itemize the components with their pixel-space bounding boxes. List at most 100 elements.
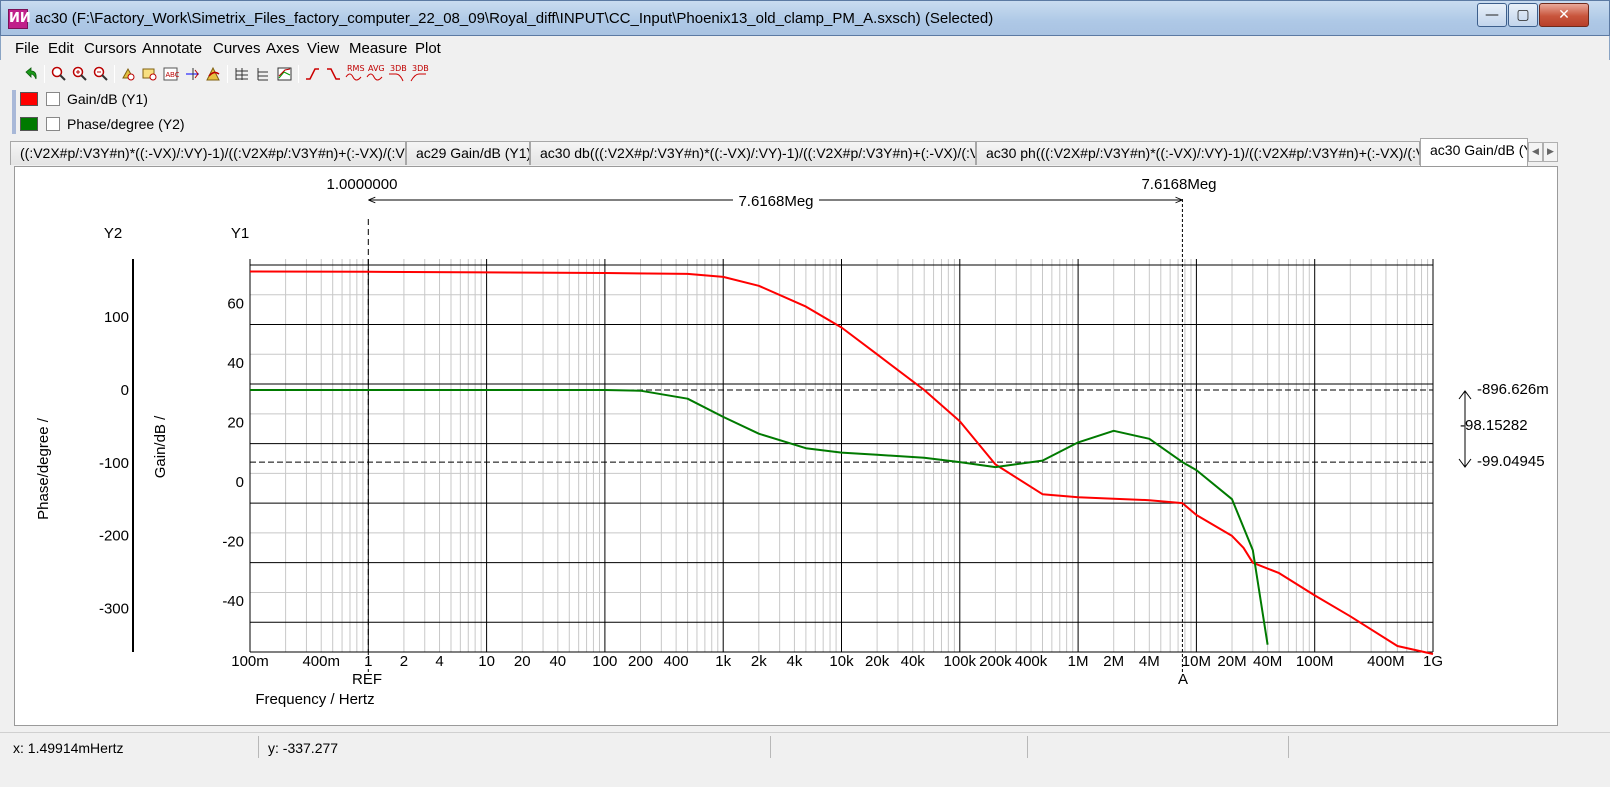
tab-graph-3[interactable]: ac30 db(((:V2X#p/:V3Y#n)*((:-VX)/:VY)-1)… <box>530 141 976 165</box>
zoom-in-icon[interactable] <box>71 66 88 82</box>
status-separator <box>1027 736 1028 758</box>
vertical-scrollbar[interactable] <box>1560 166 1578 726</box>
3db-high-curve-icon <box>410 73 426 82</box>
x-tick-label: 1M <box>1068 653 1089 670</box>
x-tick-label: 400k <box>1015 653 1048 670</box>
tab-scroll-right-icon[interactable]: ▶ <box>1543 142 1558 162</box>
toolbar: ABC RMS AVG 3DB 3DB <box>0 60 1610 88</box>
x-tick-label: 4 <box>435 653 443 670</box>
zoom-full-icon[interactable] <box>50 66 67 82</box>
window-title: ac30 (F:\Factory_Work\Simetrix_Files_fac… <box>35 10 994 27</box>
x-tick-label: 100 <box>592 653 617 670</box>
graph-tabs: ((:V2X#p/:V3Y#n)*((:-VX)/:VY)-1)/((:V2X#… <box>0 136 1610 166</box>
x-tick-label: 40k <box>901 653 926 670</box>
status-y-readout: y: -337.277 <box>268 740 339 756</box>
toolbar-separator <box>227 65 228 83</box>
x-tick-label: 400 <box>664 653 689 670</box>
maximize-button[interactable]: ▢ <box>1508 3 1538 27</box>
title-bar[interactable]: ИИ ac30 (F:\Factory_Work\Simetrix_Files_… <box>0 0 1610 36</box>
fall-icon[interactable] <box>325 66 342 82</box>
x-tick-label: 400M <box>1367 653 1405 670</box>
x-tick-label: 20 <box>514 653 531 670</box>
legend-checkbox-phase[interactable] <box>46 117 60 131</box>
tab-graph-2[interactable]: ac29 Gain/dB (Y1) <box>406 141 530 165</box>
status-bar: x: 1.49914mHertz y: -337.277 <box>0 732 1610 762</box>
menu-cursors[interactable]: Cursors <box>84 40 137 57</box>
x-tick-label: 40 <box>549 653 566 670</box>
legend-label-phase: Phase/degree (Y2) <box>67 116 185 132</box>
tab-graph-1[interactable]: ((:V2X#p/:V3Y#n)*((:-VX)/:VY)-1)/((:V2X#… <box>10 141 406 165</box>
toolbar-separator <box>44 65 45 83</box>
ref-cursor-value: 1.0000000 <box>327 176 398 193</box>
y1-tick-label: -20 <box>222 534 244 551</box>
y2-tick-label: -300 <box>99 600 129 617</box>
ref-cursor-label[interactable]: REF <box>352 671 382 688</box>
text-box-icon[interactable]: ABC <box>162 66 179 82</box>
rms-wave-icon <box>345 73 362 81</box>
x-tick-label: 1G <box>1423 653 1443 670</box>
rise-icon[interactable] <box>304 66 321 82</box>
tab-graph-5-active[interactable]: ac30 Gain/dB (Y <box>1420 138 1528 166</box>
y1-tick-label: 20 <box>227 415 244 432</box>
plot-area[interactable]: 60 40 20 0 -20 -40 100 0 -100 -200 -300 100m 400m 1 2 4… <box>14 166 1558 726</box>
toolbar-separator <box>114 65 115 83</box>
legend-swatch-gain[interactable] <box>20 92 38 106</box>
menu-axes[interactable]: Axes <box>266 40 299 57</box>
menu-bar: File Edit Cursors Annotate Curves Axes V… <box>0 36 1610 60</box>
close-button[interactable]: ✕ <box>1539 3 1589 27</box>
x-tick-label: 100M <box>1296 653 1334 670</box>
x-tick-label: 100k <box>944 653 977 670</box>
tab-scroll-left-icon[interactable]: ◀ <box>1528 142 1543 162</box>
menu-curves[interactable]: Curves <box>213 40 261 57</box>
legend-swatch-phase[interactable] <box>20 117 38 131</box>
x-tick-label: 40M <box>1253 653 1282 670</box>
y2-tick-label: -100 <box>99 455 129 472</box>
legend-icon[interactable] <box>205 66 222 82</box>
x-tick-label: 200 <box>628 653 653 670</box>
a-cursor-label[interactable]: A <box>1178 671 1188 688</box>
x-tick-label: 10 <box>478 653 495 670</box>
y2-tick-label: 100 <box>104 309 129 326</box>
y2-tick-label: -200 <box>99 528 129 545</box>
grid-icon[interactable] <box>233 66 250 82</box>
y1-axis-title: Y1 <box>231 225 249 242</box>
menu-file[interactable]: File <box>15 40 39 57</box>
cursor-reading-top: -896.626m <box>1477 381 1549 398</box>
zoom-out-icon[interactable] <box>92 66 109 82</box>
axis-icon[interactable] <box>254 66 271 82</box>
y2-axis-title: Y2 <box>104 225 122 242</box>
app-icon: ИИ <box>8 9 31 29</box>
svg-text:ABC: ABC <box>166 72 180 79</box>
avg-wave-icon <box>366 73 383 81</box>
y1-tick-label: 60 <box>227 296 244 313</box>
x-axis-label: Frequency / Hertz <box>255 691 374 708</box>
curve-marker-icon[interactable] <box>184 66 201 82</box>
probe-icon[interactable] <box>276 66 293 82</box>
tab-graph-4[interactable]: ac30 ph(((:V2X#p/:V3Y#n)*((:-VX)/:VY)-1)… <box>976 141 1420 165</box>
x-tick-label: 4M <box>1139 653 1160 670</box>
zoom-box-icon[interactable] <box>141 66 158 82</box>
legend-checkbox-gain[interactable] <box>46 92 60 106</box>
toolbar-separator <box>298 65 299 83</box>
bode-chart[interactable]: 6040200-20-401000-100-200-300100m 400m 1 2 4… <box>15 167 1559 727</box>
x-tick-label: 1k <box>715 653 731 670</box>
x-tick-label: 100m <box>231 653 269 670</box>
menu-edit[interactable]: Edit <box>48 40 74 57</box>
x-tick-label: 2k <box>751 653 767 670</box>
undo-icon[interactable] <box>22 66 39 82</box>
x-tick-label: 20k <box>865 653 890 670</box>
menu-measure[interactable]: Measure <box>349 40 407 57</box>
status-x-readout: x: 1.49914mHertz <box>13 740 124 756</box>
minimize-button[interactable]: — <box>1477 3 1507 27</box>
cursor-reading-bottom: -99.04945 <box>1477 453 1545 470</box>
status-separator <box>770 736 771 758</box>
x-tick-label: 4k <box>787 653 803 670</box>
y1-tick-label: 0 <box>236 474 244 491</box>
menu-view[interactable]: View <box>307 40 339 57</box>
menu-plot[interactable]: Plot <box>415 40 441 57</box>
pan-icon[interactable] <box>120 66 137 82</box>
y1-tick-label: 40 <box>227 355 244 372</box>
cursor-reading-mid: -98.15282 <box>1460 417 1528 434</box>
menu-annotate[interactable]: Annotate <box>142 40 202 57</box>
x-tick-label: 2M <box>1103 653 1124 670</box>
